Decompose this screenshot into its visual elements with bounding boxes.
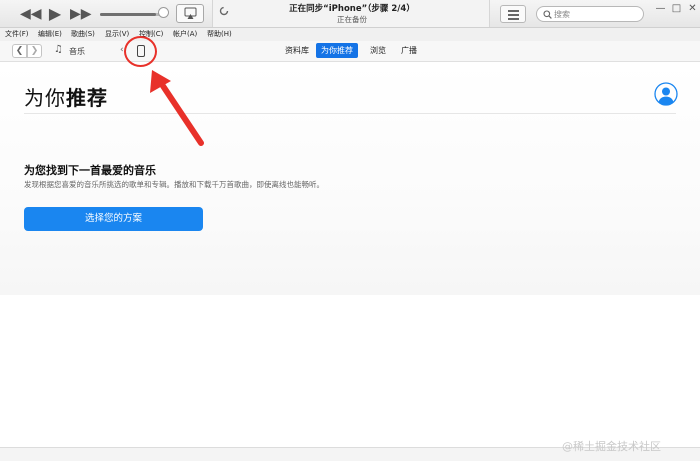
page-title: 为你推荐 (24, 82, 108, 111)
chevron-left-icon[interactable]: ❮ (12, 44, 27, 58)
menu-help[interactable]: 帮助(H) (207, 29, 232, 39)
list-view-icon (508, 10, 519, 12)
chevron-right-icon[interactable]: ❯ (27, 44, 42, 58)
airplay-button[interactable] (176, 4, 204, 23)
sync-status-title: 正在同步“iPhone”（步骤 2/4） (289, 4, 415, 14)
media-type-picker[interactable]: ♫ 音乐 ‹ (52, 44, 128, 59)
menu-song[interactable]: 歌曲(S) (71, 29, 95, 39)
menu-edit[interactable]: 编辑(E) (38, 29, 62, 39)
minimize-icon[interactable]: — (654, 2, 667, 15)
list-view-icon-line (508, 14, 519, 16)
title-bar: ◀◀ ▶ ▶▶ 正在同步“iPhone”（步骤 2/4） 正在备份 — □ ✕ (0, 0, 700, 28)
watermark-text: @稀土掘金技术社区 (562, 440, 661, 453)
menu-account[interactable]: 帐户(A) (173, 29, 197, 39)
section-heading: 为您找到下一首最爱的音乐 (24, 164, 156, 177)
rewind-icon[interactable]: ◀◀ (20, 5, 42, 23)
section-description: 发现根据您喜爱的音乐所挑选的歌单和专辑。播放和下载千万首歌曲，即使离线也能畅听。 (24, 180, 324, 189)
media-type-label: 音乐 (69, 47, 85, 56)
fast-forward-icon[interactable]: ▶▶ (70, 5, 92, 23)
search-box[interactable] (536, 6, 644, 22)
volume-fill (100, 13, 157, 16)
sync-status-subtitle: 正在备份 (337, 15, 367, 24)
tab-for-you[interactable]: 为你推荐 (316, 43, 358, 58)
annotation-circle (124, 36, 157, 67)
maximize-icon[interactable]: □ (670, 2, 683, 15)
menu-view[interactable]: 显示(V) (105, 29, 129, 39)
music-note-icon: ♫ (54, 44, 63, 55)
list-view-button[interactable] (500, 5, 526, 23)
empty-content-area (0, 295, 700, 447)
play-icon[interactable]: ▶ (45, 5, 65, 23)
volume-slider[interactable] (100, 13, 164, 16)
choose-plan-button[interactable]: 选择您的方案 (24, 207, 203, 231)
user-avatar-icon[interactable] (654, 82, 678, 106)
list-view-icon-line (508, 18, 519, 20)
divider (24, 113, 676, 114)
airplay-icon (184, 7, 197, 19)
search-input[interactable] (554, 8, 640, 20)
for-you-page: 为你推荐 为您找到下一首最爱的音乐 发现根据您喜爱的音乐所挑选的歌单和专辑。播放… (0, 62, 700, 295)
navigation-bar: ❮ ❯ ♫ 音乐 ‹ 资料库 为你推荐 浏览 广播 (0, 41, 700, 62)
volume-knob[interactable] (158, 7, 169, 18)
page-title-emphasis: 推荐 (66, 86, 108, 110)
tab-browse[interactable]: 浏览 (365, 43, 391, 58)
tab-library[interactable]: 资料库 (280, 43, 314, 58)
page-title-prefix: 为你 (24, 86, 66, 110)
menu-file[interactable]: 文件(F) (5, 29, 29, 39)
menu-bar: 文件(F) 编辑(E) 歌曲(S) 显示(V) 控制(C) 帐户(A) 帮助(H… (0, 28, 700, 41)
status-display: 正在同步“iPhone”（步骤 2/4） 正在备份 (212, 0, 490, 27)
tab-radio[interactable]: 广播 (396, 43, 422, 58)
close-icon[interactable]: ✕ (686, 2, 699, 15)
search-icon (543, 10, 552, 19)
